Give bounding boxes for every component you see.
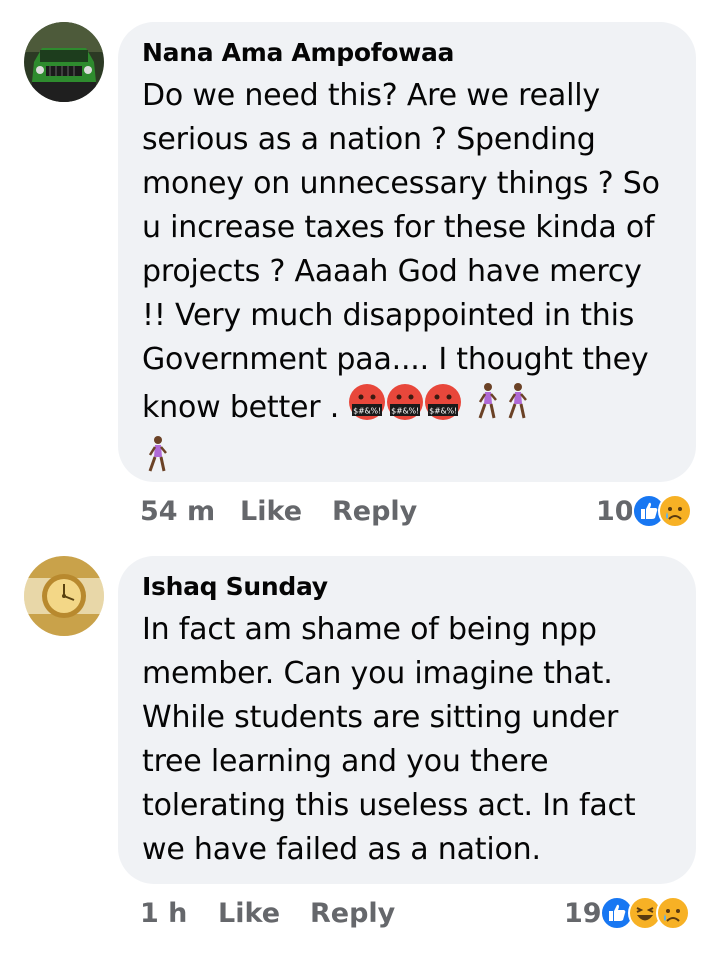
person-walking-icon	[142, 435, 172, 488]
svg-text:$#&%!: $#&%!	[392, 407, 420, 416]
reply-button[interactable]: Reply	[310, 894, 395, 934]
avatar[interactable]	[24, 556, 104, 636]
svg-text:$#&%!: $#&%!	[354, 407, 382, 416]
reaction-count[interactable]: 10	[596, 492, 634, 532]
gold-watch-avatar-icon	[24, 556, 104, 636]
comment-author[interactable]: Nana Ama Ampofowaa	[142, 36, 672, 70]
avatar[interactable]	[24, 22, 104, 102]
comment-time[interactable]: 1 h	[140, 894, 187, 934]
reaction-count[interactable]: 19	[564, 894, 602, 934]
like-button[interactable]: Like	[240, 492, 302, 532]
like-button[interactable]: Like	[218, 894, 280, 934]
comment-actions: 1 h Like Reply 19	[140, 894, 696, 934]
face-with-symbols-on-mouth-icon: $#&%!	[386, 383, 424, 434]
reaction-icons[interactable]	[600, 896, 696, 932]
comment-time[interactable]: 54 m	[140, 492, 215, 532]
comment-text: Do we need this? Are we really serious a…	[142, 74, 672, 488]
comment-bubble: Nana Ama Ampofowaa Do we need this? Are …	[118, 22, 696, 482]
reply-button[interactable]: Reply	[332, 492, 417, 532]
green-car-avatar-icon	[24, 22, 104, 102]
comment-actions: 54 m Like Reply 10	[140, 492, 696, 532]
comment-bubble: Ishaq Sunday In fact am shame of being n…	[118, 556, 696, 884]
person-walking-icon	[472, 382, 502, 435]
sad-icon	[658, 494, 692, 528]
reaction-icons[interactable]	[632, 494, 696, 530]
comment-text: In fact am shame of being npp member. Ca…	[142, 612, 636, 867]
sad-icon	[656, 896, 690, 930]
comment-text-body: Do we need this? Are we really serious a…	[142, 78, 660, 425]
face-with-symbols-on-mouth-icon: $#&%!	[348, 383, 386, 434]
comment-author[interactable]: Ishaq Sunday	[142, 570, 672, 604]
person-walking-icon	[502, 382, 532, 435]
svg-text:$#&%!: $#&%!	[430, 407, 458, 416]
face-with-symbols-on-mouth-icon: $#&%!	[424, 383, 462, 434]
